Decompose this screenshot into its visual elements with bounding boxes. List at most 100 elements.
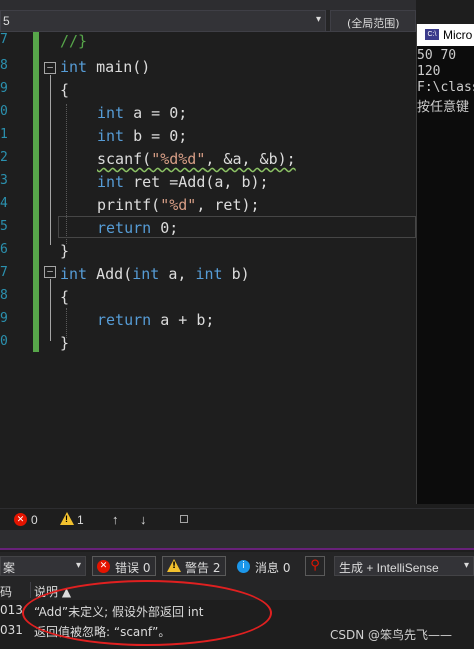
error-icon: ✕ (97, 560, 110, 573)
console-output-line: 50 70 (417, 48, 457, 63)
messages-filter-button[interactable]: i 消息 0 (232, 556, 296, 576)
token: ret =Add(a, b); (124, 173, 269, 191)
console-title-bar[interactable]: C:\ Micro (417, 24, 474, 46)
keyword-int: int (60, 58, 88, 76)
warnings-filter-button[interactable]: ! 警告 2 (162, 556, 226, 576)
change-tracking-bar (33, 32, 39, 352)
console-output-line: 按任意键 (417, 100, 470, 115)
keyword-int: int (60, 265, 88, 283)
global-scope-dropdown[interactable]: (全局范围) (330, 10, 416, 32)
collapse-main-icon[interactable]: − (44, 62, 56, 74)
code-line: return 0; (97, 219, 178, 237)
console-output-line: 120 (417, 64, 441, 79)
chevron-down-icon: ▾ (315, 14, 321, 25)
error-count[interactable]: 0 (31, 513, 38, 527)
code-line: int a = 0; (97, 104, 187, 122)
error-code: 013 (0, 603, 23, 617)
token: a, (159, 265, 196, 283)
error-code: 031 (0, 623, 23, 637)
code-line: } (60, 242, 70, 260)
code-line: int main() (60, 58, 150, 76)
keyword-int: int (132, 265, 160, 283)
build-source-dropdown[interactable]: 生成 + IntelliSense ▾ (334, 556, 474, 576)
code-line: int Add(int a, int b) (60, 265, 250, 283)
line-number: 3 (0, 173, 8, 188)
column-code[interactable]: 码 (0, 583, 12, 600)
fold-guide (50, 75, 51, 245)
project-scope-dropdown[interactable]: 5 ▾ (0, 10, 326, 32)
arrow-up-icon[interactable]: ↑ (112, 512, 119, 527)
token: main() (87, 58, 151, 76)
code-line: { (60, 288, 70, 306)
keyword-int: int (97, 104, 125, 122)
chevron-down-icon: ▾ (463, 560, 469, 571)
messages-filter-label: 消息 0 (255, 561, 291, 575)
keyword-return: return (97, 219, 152, 237)
filter-icon[interactable]: ⚲ (305, 556, 325, 576)
line-number: 6 (0, 242, 8, 257)
token: a + b; (151, 311, 215, 329)
token: 0; (151, 219, 179, 237)
string-literal: "%d%d" (151, 150, 206, 168)
console-output-line: F:\class (417, 80, 474, 95)
error-list-toolbar: 案 ▾ ✕ 错误 0 ! 警告 2 i 消息 0 ⚲ 生成 + IntelliS… (0, 552, 474, 580)
line-number: 2 (0, 150, 8, 165)
chevron-down-icon: ▾ (75, 560, 81, 571)
keyword-int: int (195, 265, 223, 283)
console-app-icon: C:\ (425, 29, 439, 40)
line-number: 5 (0, 219, 8, 234)
token: b) (222, 265, 250, 283)
collapse-add-icon[interactable]: − (44, 266, 56, 278)
token: b = 0; (124, 127, 188, 145)
error-list-title-bar (0, 530, 474, 550)
errors-filter-button[interactable]: ✕ 错误 0 (92, 556, 156, 576)
code-line: } (60, 334, 70, 352)
annotation-circle (22, 580, 272, 646)
fold-guide (50, 279, 51, 341)
keyword-int: int (97, 173, 125, 191)
warning-icon: ! (167, 559, 181, 572)
solution-scope-dropdown[interactable]: 案 ▾ (0, 556, 86, 576)
line-number: 7 (0, 265, 8, 280)
warnings-filter-label: 警告 2 (185, 561, 221, 575)
code-editor[interactable]: 7 8 9 0 1 2 3 4 5 6 7 8 9 0 − − //} int … (0, 32, 416, 502)
token: , &a, &b); (205, 150, 296, 168)
token: a = 0; (124, 104, 188, 122)
global-scope-label: (全局范围) (347, 17, 400, 30)
line-number: 0 (0, 334, 8, 349)
code-line: //} (60, 32, 88, 50)
arrow-down-icon[interactable]: ↓ (140, 512, 147, 527)
scope-label: 5 (3, 14, 10, 28)
string-literal: "%d" (160, 196, 197, 214)
code-line: int ret =Add(a, b); (97, 173, 269, 191)
warning-count[interactable]: 1 (77, 513, 84, 527)
debug-console-window[interactable]: C:\ Micro 50 70 120 F:\class 按任意键 (416, 24, 474, 504)
solution-scope-label: 案 (3, 561, 16, 575)
line-number: 8 (0, 288, 8, 303)
token: scanf( (97, 150, 152, 168)
line-number: 9 (0, 311, 8, 326)
code-line: int b = 0; (97, 127, 187, 145)
line-number: 1 (0, 127, 8, 142)
column-divider (30, 582, 31, 598)
console-title: Micro (443, 28, 473, 42)
code-line: return a + b; (97, 311, 214, 329)
token: , ret); (196, 196, 260, 214)
keyword-int: int (97, 127, 125, 145)
line-number: 4 (0, 196, 8, 211)
issue-filter-icon[interactable] (180, 515, 188, 523)
line-number: 7 (0, 32, 8, 47)
token: Add( (87, 265, 133, 283)
line-number: 8 (0, 58, 8, 73)
line-number: 9 (0, 81, 8, 96)
line-number: 0 (0, 104, 8, 119)
info-icon: i (237, 560, 250, 573)
editor-status-bar: ✕ 0 ! 1 ↑ ↓ (0, 508, 474, 530)
token: printf( (97, 196, 161, 214)
watermark: CSDN @笨鸟先飞—— (330, 628, 453, 642)
errors-filter-label: 错误 0 (115, 561, 151, 575)
code-line: printf("%d", ret); (97, 196, 260, 214)
code-line-scanf: scanf("%d%d", &a, &b); (97, 150, 296, 168)
title-strip (0, 0, 416, 10)
code-line: { (60, 81, 70, 99)
